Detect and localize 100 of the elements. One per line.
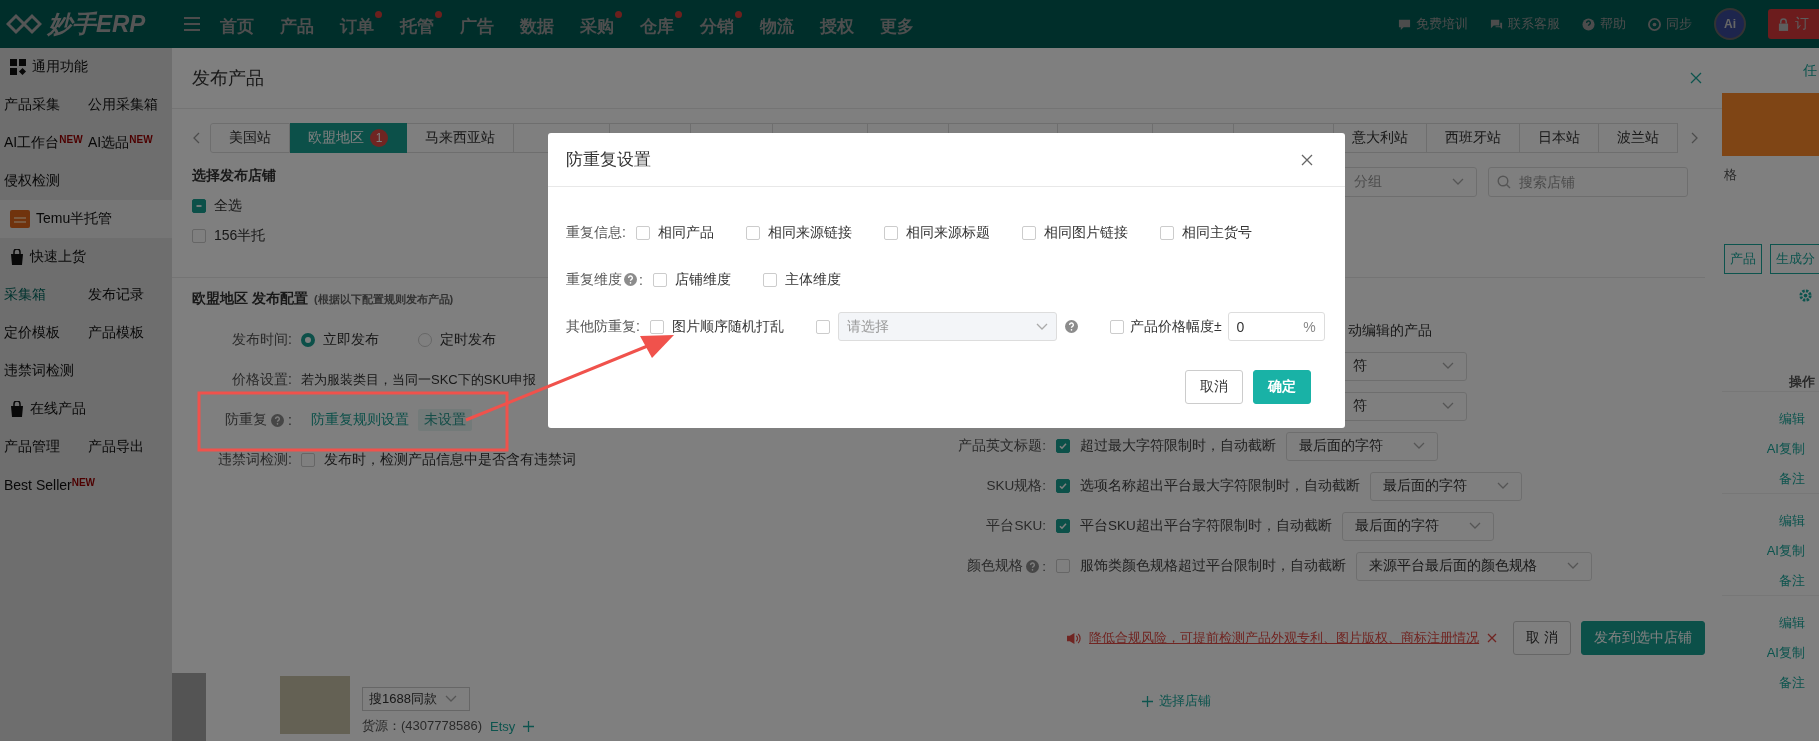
nav-link[interactable]: 广告 xyxy=(460,10,502,38)
order-button[interactable]: 订 xyxy=(1768,9,1819,39)
outline-button[interactable]: 生成分 xyxy=(1770,244,1819,274)
checkbox[interactable] xyxy=(1056,519,1070,533)
rule-select[interactable]: 来源平台最后面的颜色规格 xyxy=(1356,551,1592,581)
header-fragment: 任 xyxy=(1803,62,1817,80)
rule-select[interactable]: 最后面的字符 xyxy=(1286,431,1438,461)
tab[interactable]: 马来西亚站 xyxy=(407,123,514,153)
tab[interactable]: 美国站 xyxy=(210,123,290,153)
sidebar-item[interactable]: Best Seller xyxy=(4,477,72,493)
tab[interactable]: 欧盟地区 1 xyxy=(290,123,407,153)
toolbar-link[interactable]: 同步 xyxy=(1648,15,1692,33)
action-link[interactable]: AI复制 xyxy=(1766,644,1805,661)
field-label: 违禁词检测: xyxy=(217,451,292,469)
checkbox[interactable] xyxy=(652,272,667,287)
plus-icon[interactable] xyxy=(523,720,535,732)
sidebar-item[interactable]: 公用采集箱 xyxy=(88,96,158,114)
radio-button[interactable] xyxy=(301,333,315,347)
sidebar-item[interactable]: 产品导出 xyxy=(88,438,144,456)
tab[interactable]: 波兰站 xyxy=(1599,123,1678,153)
outline-button[interactable]: 产品 xyxy=(1724,244,1762,274)
sidebar-item[interactable]: AI工作台 xyxy=(4,134,60,152)
chevron-down-icon xyxy=(1468,522,1481,530)
nav-link[interactable]: 首页 xyxy=(220,10,262,38)
nav-link[interactable]: 采购 xyxy=(580,10,622,38)
nav-link[interactable]: 物流 xyxy=(760,10,802,38)
checkbox[interactable] xyxy=(1056,439,1070,453)
settings-icon[interactable] xyxy=(1798,288,1813,303)
sidebar-item[interactable]: 通用功能 xyxy=(32,58,88,76)
checkbox[interactable] xyxy=(1021,225,1036,240)
toolbar-link[interactable]: 免费培训 xyxy=(1398,15,1468,33)
ai-avatar[interactable]: Ai xyxy=(1714,8,1746,40)
nav-link[interactable]: 更多 xyxy=(880,10,922,38)
checkbox[interactable] xyxy=(192,229,206,243)
app-icon xyxy=(10,210,30,228)
rule-select[interactable]: 最后面的字符 xyxy=(1370,471,1522,501)
sidebar-item[interactable]: 违禁词检测 xyxy=(4,362,74,380)
checkbox[interactable] xyxy=(635,225,650,240)
chevron-right-icon[interactable] xyxy=(1691,132,1699,144)
select-store-link[interactable]: 选择店铺 xyxy=(1142,692,1211,710)
close-icon[interactable] xyxy=(1487,633,1498,643)
radio-label: 定时发布 xyxy=(440,331,496,349)
action-link[interactable]: 备注 xyxy=(1779,674,1805,691)
nav-link[interactable]: 数据 xyxy=(520,10,562,38)
action-link[interactable]: 编辑 xyxy=(1779,512,1805,529)
nav-link[interactable]: 订单 xyxy=(340,10,382,38)
close-icon[interactable] xyxy=(1301,153,1313,166)
action-link[interactable]: 备注 xyxy=(1779,470,1805,487)
toolbar-link[interactable]: 联系客服 xyxy=(1490,15,1560,33)
platform-link[interactable]: Etsy xyxy=(489,718,516,734)
chevron-left-icon[interactable] xyxy=(192,132,200,144)
action-link[interactable]: 备注 xyxy=(1779,572,1805,589)
sidebar-item[interactable]: 发布记录 xyxy=(88,286,144,304)
section-title: 欧盟地区 发布配置 xyxy=(192,290,308,308)
checkbox[interactable] xyxy=(883,225,898,240)
checkbox[interactable] xyxy=(192,199,206,213)
checkbox[interactable] xyxy=(1056,559,1070,573)
checkbox[interactable] xyxy=(1159,225,1174,240)
cancel-button[interactable]: 取 消 xyxy=(1513,621,1571,655)
action-link[interactable]: 编辑 xyxy=(1779,410,1805,427)
checkbox[interactable] xyxy=(762,272,777,287)
sidebar-item[interactable]: 侵权检测 xyxy=(4,172,60,190)
confirm-button[interactable]: 确定 xyxy=(1253,370,1311,404)
sidebar-item[interactable]: 产品管理 xyxy=(4,438,60,456)
sidebar-item[interactable]: 产品模板 xyxy=(88,324,144,342)
sidebar-item[interactable]: 定价模板 xyxy=(4,324,60,342)
checkbox[interactable] xyxy=(1056,479,1070,493)
rule-select[interactable]: 最后面的字符 xyxy=(1341,511,1494,541)
sidebar-item[interactable]: 在线产品 xyxy=(30,400,86,418)
action-link[interactable]: 编辑 xyxy=(1779,614,1805,631)
checkbox[interactable] xyxy=(745,225,760,240)
sidebar-item[interactable]: 采集箱 xyxy=(4,286,46,304)
menu-icon[interactable] xyxy=(184,17,200,31)
nav-link[interactable]: 产品 xyxy=(280,10,322,38)
number-field[interactable]: 0 % xyxy=(1227,312,1325,341)
lock-icon xyxy=(1778,17,1789,31)
nav-link[interactable]: 仓库 xyxy=(640,10,682,38)
notice-link[interactable]: 降低合规风险，可提前检测产品外观专利、图片版权、商标注册情况 xyxy=(1089,629,1480,647)
nav-link[interactable]: 分销 xyxy=(700,10,742,38)
toolbar-link[interactable]: 帮助 xyxy=(1582,15,1626,33)
checkbox[interactable] xyxy=(1109,319,1124,334)
sidebar-item[interactable]: 快速上货 xyxy=(30,248,86,266)
action-link[interactable]: AI复制 xyxy=(1766,440,1805,457)
sidebar-item[interactable]: AI选品 xyxy=(88,134,130,152)
checkbox-label: 相同来源链接 xyxy=(767,223,852,242)
sidebar-item[interactable]: 产品采集 xyxy=(4,96,60,114)
tab[interactable]: 意大利站 xyxy=(1334,123,1427,153)
nav-link[interactable]: 授权 xyxy=(820,10,862,38)
checkbox-label: 选项名称超出平台最大字符限制时，自动截断 xyxy=(1080,477,1360,495)
cancel-button[interactable]: 取消 xyxy=(1185,370,1243,404)
nav-link[interactable]: 托管 xyxy=(400,10,442,38)
source-select[interactable]: 搜1688同款 xyxy=(362,687,470,711)
action-link[interactable]: AI复制 xyxy=(1766,542,1805,559)
rule-settings-link[interactable]: 防重复规则设置 xyxy=(311,411,409,429)
publish-button[interactable]: 发布到选中店铺 xyxy=(1581,621,1705,655)
tab[interactable]: 日本站 xyxy=(1520,123,1599,153)
checkbox[interactable] xyxy=(649,319,664,334)
chevron-down-icon xyxy=(1413,442,1425,450)
checkbox[interactable] xyxy=(301,453,315,467)
tab[interactable]: 西班牙站 xyxy=(1427,123,1520,153)
